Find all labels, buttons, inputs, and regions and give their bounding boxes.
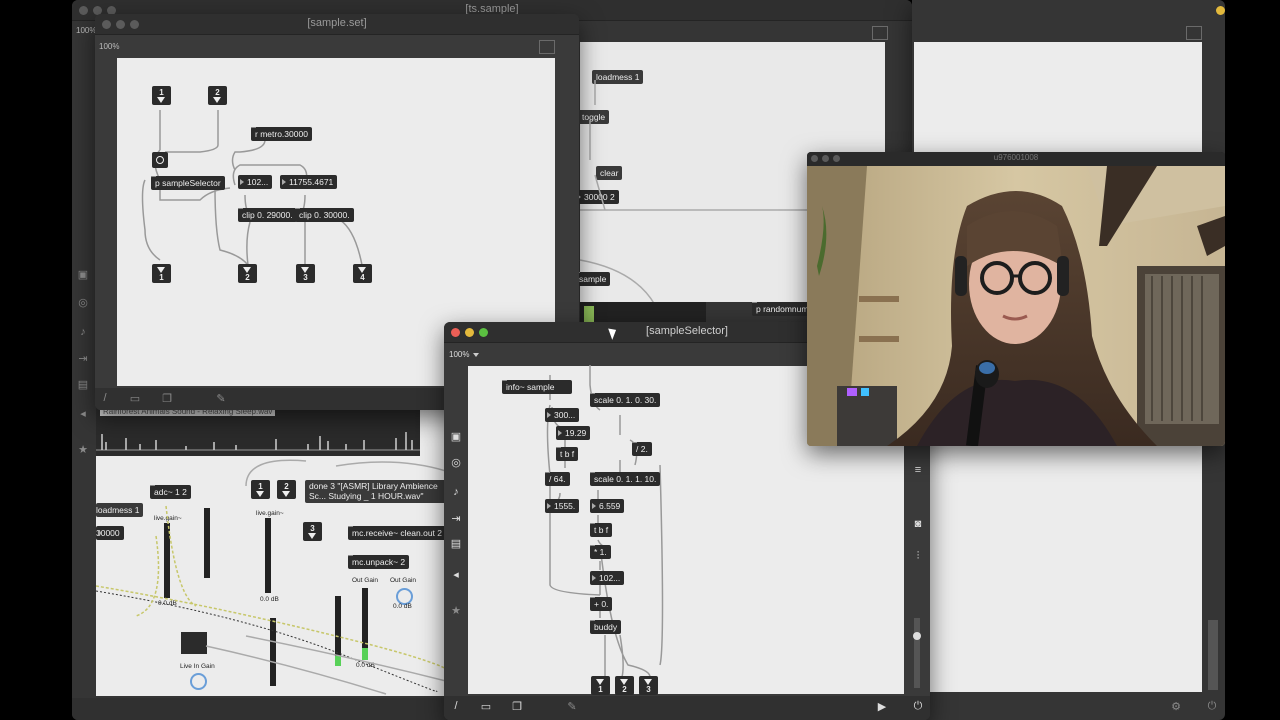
div-64-object[interactable]: / 64. [545, 472, 570, 486]
cube-icon[interactable]: ▣ [75, 268, 91, 281]
outlet-2[interactable]: 2 [238, 264, 257, 283]
info-sample-object[interactable]: info~ sample [502, 380, 572, 394]
debug-icon[interactable]: ✎ [564, 700, 580, 713]
plug-icon[interactable]: ◂ [75, 407, 91, 420]
r-metro-object[interactable]: r metro.30000 [251, 127, 312, 141]
webcam-title: u976001008 [993, 153, 1039, 162]
webcam-window: u976001008 [807, 152, 1225, 446]
clip-29000-object[interactable]: clip 0. 29000. [238, 208, 297, 222]
number-102[interactable]: 102... [238, 175, 273, 189]
volume-slider-knob[interactable] [913, 632, 921, 640]
target-icon[interactable]: ◎ [75, 296, 91, 309]
tbf-object-2[interactable]: t b f [590, 523, 613, 537]
number-1555[interactable]: 1555. [545, 499, 580, 513]
plus-0-object[interactable]: + 0. [590, 597, 613, 611]
presentation-icon[interactable]: ▭ [127, 392, 143, 405]
music-icon[interactable]: ♪ [75, 326, 91, 338]
debug-icon[interactable]: ✎ [213, 392, 229, 405]
clip-30000-object[interactable]: clip 0. 30000. [295, 208, 354, 222]
edit-icon[interactable]: / [97, 392, 113, 404]
main-zoom-label[interactable]: 100% [76, 26, 96, 35]
image-icon[interactable]: ▤ [448, 537, 464, 550]
green-indicator [584, 306, 594, 322]
star-icon[interactable]: ★ [75, 443, 91, 456]
cube-icon[interactable]: ▣ [448, 430, 464, 443]
grid-icon[interactable] [539, 40, 555, 54]
outlet-3[interactable]: 3 [296, 264, 315, 283]
sample-set-title: [sample.set] [307, 17, 367, 29]
list-icon[interactable]: ≡ [910, 464, 926, 476]
number-6-559[interactable]: 6.559 [590, 499, 625, 513]
snippet-icon[interactable]: ⇥ [448, 512, 464, 525]
music-icon[interactable]: ♪ [448, 486, 464, 498]
selector-outlet-2[interactable]: 2 [615, 676, 634, 695]
main-patch-cords [579, 80, 810, 306]
power-icon[interactable]: ⏻ [1204, 700, 1220, 713]
star-icon[interactable]: ★ [448, 604, 464, 617]
presentation-icon[interactable]: ▭ [478, 700, 494, 713]
scale-1-10-object[interactable]: scale 0. 1. 1. 10. [590, 472, 661, 486]
plug-icon[interactable]: ◂ [448, 568, 464, 581]
zoom-dropdown-icon[interactable] [473, 353, 479, 357]
scale-0-30-object[interactable]: scale 0. 1. 0. 30. [590, 393, 661, 407]
waveform-display[interactable]: Rainforest Animals Sound - Relaxing Slee… [96, 406, 420, 456]
selector-outlet-1[interactable]: 1 [591, 676, 610, 695]
snippet-icon[interactable]: ⇥ [75, 352, 91, 365]
image-icon[interactable]: ▤ [75, 378, 91, 391]
window-close-button[interactable] [1216, 6, 1225, 15]
edit-icon[interactable]: / [448, 700, 464, 712]
camera-icon[interactable]: ◙ [910, 518, 926, 530]
mixer-icon[interactable]: ⫶ [910, 550, 926, 563]
p-sample-selector-object[interactable]: p sampleSelector [151, 176, 225, 190]
inlet-1[interactable]: 1 [152, 86, 171, 105]
mul-1-object[interactable]: * 1. [590, 545, 611, 559]
sample-selector-zoom[interactable]: 100% [449, 350, 469, 359]
number-300[interactable]: 300... [545, 408, 580, 422]
windows-icon[interactable]: ❐ [509, 700, 525, 713]
windows-icon[interactable]: ❐ [159, 392, 175, 405]
webcam-video [807, 166, 1225, 446]
selector-outlet-3[interactable]: 3 [639, 676, 658, 695]
div-2-object[interactable]: / 2. [632, 442, 652, 456]
sample-set-cords [141, 110, 363, 266]
target-icon[interactable]: ◎ [448, 456, 464, 469]
play-icon[interactable]: ▶ [874, 700, 890, 713]
gear-icon[interactable]: ⚙ [1168, 700, 1184, 713]
number-11755[interactable]: 11755.4671 [280, 175, 338, 189]
lower-patch-cords [96, 459, 446, 695]
number-19-29[interactable]: 19.29 [556, 426, 591, 440]
number-102-selector[interactable]: 102... [590, 571, 625, 585]
bang-circle [156, 156, 164, 164]
waveform-graph [96, 420, 420, 454]
buddy-object[interactable]: buddy [590, 620, 622, 634]
sample-set-zoom[interactable]: 100% [99, 42, 119, 51]
volume-meter[interactable] [1208, 620, 1218, 690]
tbf-object-1[interactable]: t b f [556, 447, 579, 461]
webcam-titlebar[interactable]: u976001008 [807, 152, 1225, 167]
outlet-1[interactable]: 1 [152, 264, 171, 283]
inlet-2[interactable]: 2 [208, 86, 227, 105]
volume-slider[interactable] [913, 618, 921, 688]
grid-icon[interactable] [872, 26, 888, 40]
grid-icon[interactable] [1186, 26, 1202, 40]
bang-button[interactable] [152, 152, 168, 168]
outlet-4[interactable]: 4 [353, 264, 372, 283]
sample-set-titlebar[interactable]: [sample.set] [95, 14, 579, 35]
power-icon[interactable]: ⏻ [910, 700, 926, 713]
